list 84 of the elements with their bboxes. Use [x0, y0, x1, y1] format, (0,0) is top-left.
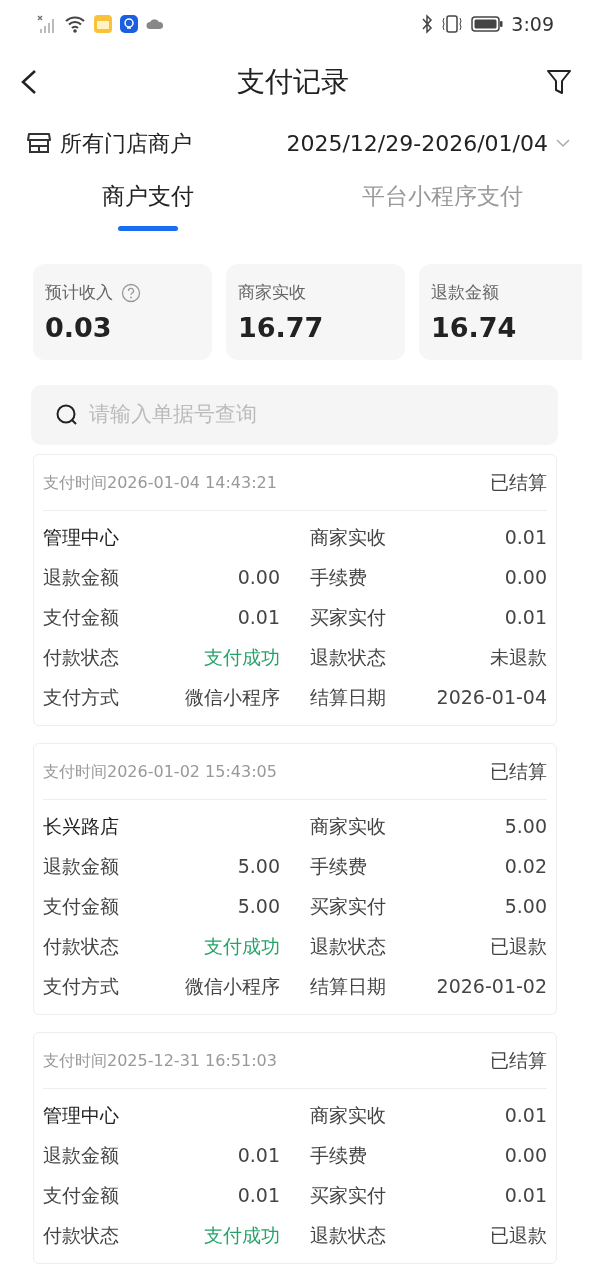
- field-value: 0.02: [504, 853, 547, 879]
- field-label: 手续费: [310, 1142, 367, 1168]
- store-selector[interactable]: 所有门店商户: [60, 126, 192, 160]
- field-label: 手续费: [310, 564, 367, 590]
- summary-value: 0.03: [45, 311, 113, 344]
- field-value: 支付成功: [204, 1222, 280, 1248]
- field-value: 未退款: [490, 644, 547, 670]
- store-name: 长兴路店: [43, 813, 119, 839]
- store-icon: [26, 130, 52, 156]
- tab[interactable]: 商户支付: [0, 170, 295, 240]
- field-value: 5.00: [504, 893, 547, 919]
- store-name: 管理中心: [43, 1102, 119, 1128]
- search-icon: [55, 403, 79, 427]
- field-label: 退款金额: [43, 853, 119, 879]
- field-value: 0.01: [237, 604, 280, 630]
- field-value: 2026-01-02: [436, 973, 547, 999]
- field-value: 0.01: [237, 1142, 280, 1168]
- vibrate-icon: [441, 14, 464, 34]
- field-label: 支付方式: [43, 684, 119, 710]
- field-value: 0.01: [504, 524, 547, 550]
- summary-label: 预计收入: [45, 281, 113, 304]
- field-value: 0.00: [504, 1142, 547, 1168]
- field-label: 结算日期: [310, 973, 386, 999]
- search-input[interactable]: 请输入单据号查询: [87, 398, 534, 432]
- settlement-status: 已结算: [490, 1048, 547, 1074]
- folder-icon: [94, 15, 112, 33]
- field-label: 退款金额: [43, 564, 119, 590]
- field-label: 退款状态: [310, 644, 386, 670]
- wifi-icon: [64, 14, 86, 34]
- field-label: 支付金额: [43, 604, 119, 630]
- field-label: 商家实收: [310, 1102, 386, 1128]
- payment-time: 支付时间2026-01-04 14:43:21: [43, 471, 277, 494]
- field-value: 0.01: [237, 1182, 280, 1208]
- cloud-icon: [146, 18, 164, 30]
- field-label: 结算日期: [310, 684, 386, 710]
- field-value: 0.00: [504, 564, 547, 590]
- field-value: 0.00: [237, 564, 280, 590]
- lightbulb-icon: [120, 15, 138, 33]
- field-label: 退款状态: [310, 1222, 386, 1248]
- field-value: 已退款: [490, 1222, 547, 1248]
- field-value: 0.01: [504, 604, 547, 630]
- field-label: 退款金额: [43, 1142, 119, 1168]
- field-label: 买家实付: [310, 893, 386, 919]
- summary-value: 16.74: [431, 311, 518, 344]
- field-label: 付款状态: [43, 933, 119, 959]
- field-label: 退款状态: [310, 933, 386, 959]
- date-range-selector[interactable]: 2025/12/29-2026/01/04: [286, 126, 548, 160]
- field-value: 微信小程序: [185, 973, 280, 999]
- search-field[interactable]: 请输入单据号查询: [31, 385, 558, 445]
- field-label: 买家实付: [310, 604, 386, 630]
- summary-label: 商家实收: [238, 281, 306, 304]
- field-label: 付款状态: [43, 1222, 119, 1248]
- field-value: 支付成功: [204, 644, 280, 670]
- settlement-status: 已结算: [490, 470, 547, 496]
- field-value: 已退款: [490, 933, 547, 959]
- bluetooth-icon: [421, 14, 434, 34]
- field-label: 商家实收: [310, 813, 386, 839]
- page-title: 支付记录: [237, 64, 349, 100]
- signal-icon: [36, 14, 56, 34]
- summary-label: 退款金额: [431, 281, 499, 304]
- payment-time: 支付时间2025-12-31 16:51:03: [43, 1049, 277, 1072]
- field-value: 微信小程序: [185, 684, 280, 710]
- battery-icon: [471, 15, 504, 33]
- field-label: 付款状态: [43, 644, 119, 670]
- field-value: 5.00: [504, 813, 547, 839]
- chevron-down-icon: [556, 138, 570, 148]
- field-value: 支付成功: [204, 933, 280, 959]
- field-label: 支付金额: [43, 1182, 119, 1208]
- summary-value: 16.77: [238, 311, 325, 344]
- filter-button[interactable]: [546, 67, 572, 97]
- field-label: 支付金额: [43, 893, 119, 919]
- field-label: 商家实收: [310, 524, 386, 550]
- field-label: 买家实付: [310, 1182, 386, 1208]
- field-value: 5.00: [237, 853, 280, 879]
- clock-time: 3:09: [511, 11, 554, 37]
- field-value: 0.01: [504, 1102, 547, 1128]
- field-value: 0.01: [504, 1182, 547, 1208]
- field-label: 支付方式: [43, 973, 119, 999]
- field-value: 5.00: [237, 893, 280, 919]
- field-label: 手续费: [310, 853, 367, 879]
- field-value: 2026-01-04: [436, 684, 547, 710]
- store-name: 管理中心: [43, 524, 119, 550]
- settlement-status: 已结算: [490, 759, 547, 785]
- payment-time: 支付时间2026-01-02 15:43:05: [43, 760, 277, 783]
